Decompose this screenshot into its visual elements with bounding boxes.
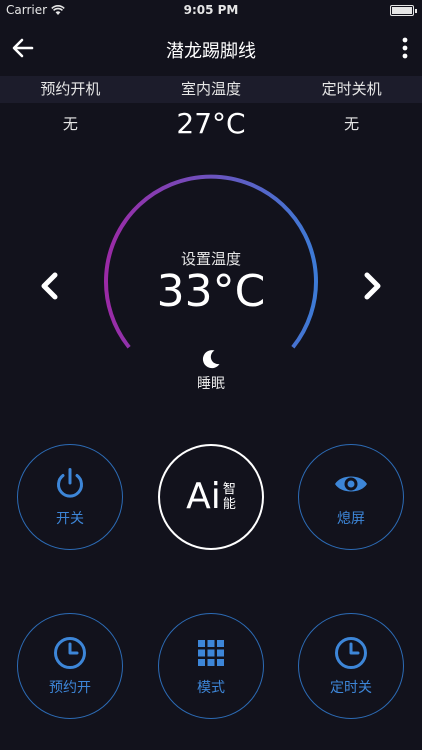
ai-smart-button[interactable]: Ai 智 能 (158, 444, 264, 550)
ai-sub-1: 智 (222, 482, 236, 497)
status-time: 9:05 PM (183, 3, 239, 17)
power-button[interactable]: 开关 (17, 444, 123, 550)
screen-off-label: 熄屏 (337, 511, 365, 527)
more-vertical-icon[interactable] (400, 36, 410, 60)
timer-off-header: 定时关机 (321, 80, 382, 98)
indoor-temp-header: 室内温度 (181, 80, 242, 98)
mode-button[interactable]: 模式 (158, 613, 264, 719)
screen-off-button[interactable]: 熄屏 (298, 444, 404, 550)
mode-label: 睡眠 (197, 376, 225, 392)
indoor-temp-value: 27°C (176, 106, 246, 140)
grid-icon (198, 640, 224, 666)
timer-off-value: 无 (344, 114, 360, 133)
page-title: 潜龙踢脚线 (166, 41, 256, 62)
ai-text: Ai (186, 476, 221, 517)
ai-sub-2: 能 (222, 497, 236, 512)
schedule-on-label: 预约开 (49, 680, 91, 696)
info-header: 预约开机 室内温度 定时关机 (0, 76, 422, 103)
info-values: 无 27°C 无 (0, 103, 422, 143)
mode-button-label: 模式 (197, 680, 225, 696)
eye-icon (335, 476, 367, 492)
nav-bar: 潜龙踢脚线 (0, 20, 422, 76)
timer-off-label: 定时关 (330, 680, 372, 696)
schedule-on-button[interactable]: 预约开 (17, 613, 123, 719)
power-label: 开关 (56, 511, 84, 527)
schedule-on-header: 预约开机 (40, 80, 101, 98)
timer-off-button[interactable]: 定时关 (298, 613, 404, 719)
increase-temp-chevron-icon[interactable] (358, 271, 386, 301)
status-bar: Carrier 9:05 PM (0, 0, 422, 20)
clock-icon (54, 637, 86, 669)
schedule-on-value: 无 (62, 114, 78, 133)
mode-indicator: 睡眠 (0, 348, 422, 393)
clock-icon (335, 637, 367, 669)
temperature-dial: 设置温度 33°C (0, 170, 422, 360)
moon-icon (202, 350, 220, 369)
battery-icon (390, 5, 417, 16)
power-icon (57, 468, 83, 498)
ai-sub-label: 智 能 (223, 482, 236, 512)
